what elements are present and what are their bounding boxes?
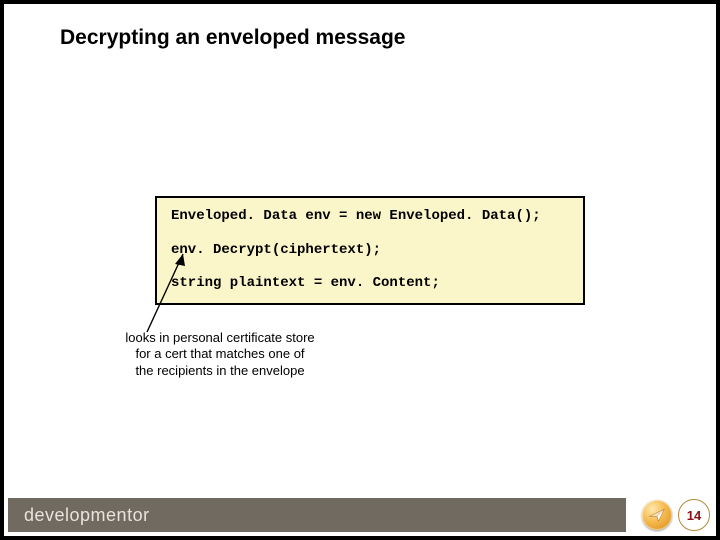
annotation-line: for a cert that matches one of — [105, 346, 335, 362]
code-line: env. Decrypt(ciphertext); — [171, 242, 569, 260]
annotation-text: looks in personal certificate store for … — [105, 330, 335, 379]
code-blank-line — [171, 226, 569, 242]
annotation-line: looks in personal certificate store — [105, 330, 335, 346]
code-line: Enveloped. Data env = new Enveloped. Dat… — [171, 208, 569, 226]
brand-logo-text: developmentor — [24, 505, 150, 526]
slide: Decrypting an enveloped message Envelope… — [4, 4, 716, 536]
paper-plane-icon — [642, 500, 672, 530]
code-block: Enveloped. Data env = new Enveloped. Dat… — [155, 196, 585, 305]
code-line: string plaintext = env. Content; — [171, 275, 569, 293]
annotation-line: the recipients in the envelope — [105, 363, 335, 379]
footer-bar: developmentor — [8, 498, 626, 532]
page-number-badge: 14 — [678, 499, 710, 531]
page-number: 14 — [687, 508, 701, 523]
page-title: Decrypting an enveloped message — [60, 26, 405, 50]
code-blank-line — [171, 259, 569, 275]
